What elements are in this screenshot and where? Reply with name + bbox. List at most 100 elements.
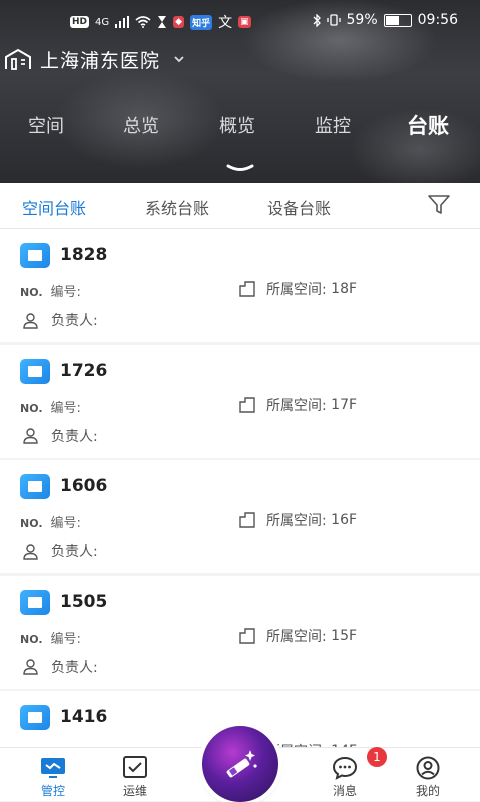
ledger-title: 1416 (60, 707, 108, 727)
ledger-card[interactable]: 1726 NO. 编号: 所属空间: 17F 负责人: (0, 344, 480, 458)
owner-label: 负责人: (51, 428, 98, 445)
bottom-nav: 管控 运维 消息 1 我的 (0, 726, 480, 802)
no-prefix: NO. (20, 401, 43, 415)
battery-percent: 59% (346, 12, 378, 28)
tab-overview[interactable]: 总览 (123, 112, 159, 138)
chevron-down-icon (174, 56, 184, 63)
message-count-badge: 1 (367, 747, 387, 767)
folder-icon (20, 474, 50, 499)
floor-icon (239, 627, 255, 644)
nav-profile[interactable]: 我的 (398, 756, 458, 799)
ledger-number: NO. 编号: (20, 281, 81, 300)
number-label: 编号: (50, 516, 81, 531)
ledger-space: 所属空间: 16F (238, 510, 357, 530)
ledger-owner: 负责人: (22, 541, 98, 561)
folder-icon (20, 243, 50, 268)
ledger-space: 所属空间: 17F (238, 395, 357, 415)
user-circle-icon (416, 756, 440, 780)
person-icon (23, 659, 38, 675)
magic-wand-icon (226, 750, 257, 778)
chat-icon (332, 756, 358, 780)
floor-icon (239, 281, 255, 297)
space-label: 所属空间: (266, 628, 327, 645)
space-label: 所属空间: (266, 513, 327, 529)
ledger-subtabs: 空间台账 系统台账 设备台账 (0, 183, 480, 229)
tab-summary[interactable]: 概览 (219, 112, 255, 138)
hourglass-icon (158, 16, 167, 28)
ledger-card[interactable]: 1606 NO. 编号: 所属空间: 16F 负责人: (0, 460, 480, 573)
checkbox-icon (123, 756, 147, 778)
tab-ledger[interactable]: 台账 (407, 110, 449, 140)
subtab-system-ledger[interactable]: 系统台账 (145, 195, 209, 219)
hd-indicator: HD (70, 16, 90, 28)
battery-icon (383, 13, 412, 27)
owner-label: 负责人: (51, 313, 98, 329)
collapse-handle-icon[interactable] (225, 163, 255, 173)
signal-icon (115, 16, 130, 28)
space-value: 15F (331, 627, 358, 644)
ledger-number: NO. 编号: (20, 628, 81, 647)
nav-profile-label: 我的 (415, 784, 440, 798)
building-icon (5, 48, 31, 70)
clock: 09:56 (417, 12, 458, 28)
number-label: 编号: (50, 400, 81, 416)
floor-icon (239, 396, 255, 413)
folder-icon (20, 589, 50, 615)
folder-icon (20, 358, 50, 384)
space-label: 所属空间: (266, 397, 327, 414)
person-icon (23, 428, 38, 444)
ledger-title: 1505 (60, 591, 108, 612)
tab-space[interactable]: 空间 (28, 112, 64, 138)
subtab-space-ledger[interactable]: 空间台账 (22, 195, 86, 219)
space-value: 18F (331, 281, 358, 297)
status-bar: HD 4G ◆ 知乎 文 ▣ 59% 09:56 (0, 0, 480, 42)
space-value: 17F (331, 396, 358, 413)
top-tabs: 空间 总览 概览 监控 台账 (0, 112, 480, 148)
ledger-number: NO. 编号: (20, 512, 81, 531)
quick-action-button[interactable] (202, 726, 278, 802)
nav-control[interactable]: 管控 (23, 756, 83, 799)
number-label: 编号: (50, 285, 81, 300)
owner-label: 负责人: (51, 659, 98, 676)
nav-maintenance-label: 运维 (122, 784, 147, 798)
hospital-name: 上海浦东医院 (40, 49, 161, 72)
nav-messages[interactable]: 消息 (315, 756, 375, 799)
person-icon (23, 543, 38, 560)
control-icon (41, 758, 65, 778)
ledger-title: 1828 (60, 245, 108, 265)
ledger-title: 1606 (60, 476, 108, 496)
nav-messages-label: 消息 (332, 784, 357, 798)
translate-icon: 文 (218, 15, 233, 31)
vibrate-icon (326, 14, 341, 26)
ledger-card[interactable]: 1828 NO. 编号: 所属空间: 18F 负责人: (0, 229, 480, 342)
header-background: HD 4G ◆ 知乎 文 ▣ 59% 09:56 上海浦东医院 空间 总览 概览… (0, 0, 480, 183)
no-prefix: NO. (20, 517, 43, 530)
ledger-title: 1726 (60, 360, 108, 381)
number-label: 编号: (50, 631, 81, 647)
ledger-card[interactable]: 1505 NO. 编号: 所属空间: 15F 负责人: (0, 575, 480, 689)
person-icon (23, 312, 38, 329)
space-label: 所属空间: (266, 282, 327, 298)
app-notification-icon: ◆ (173, 16, 185, 28)
ledger-owner: 负责人: (22, 657, 98, 677)
filter-icon[interactable] (428, 195, 450, 215)
subtab-device-ledger[interactable]: 设备台账 (267, 195, 331, 219)
floor-icon (239, 512, 255, 528)
tab-monitor[interactable]: 监控 (315, 112, 351, 138)
nav-control-label: 管控 (40, 784, 65, 798)
wifi-icon (135, 16, 151, 28)
owner-label: 负责人: (51, 544, 98, 560)
book-icon: ▣ (238, 16, 251, 28)
space-value: 16F (331, 512, 358, 528)
bluetooth-icon (313, 13, 321, 27)
ledger-number: NO. 编号: (20, 397, 81, 416)
network-indicator: 4G (95, 16, 110, 28)
ledger-space: 所属空间: 15F (238, 626, 357, 646)
ledger-list: 1828 NO. 编号: 所属空间: 18F 负责人: 1726 NO. 编号:… (0, 229, 480, 747)
zhihu-icon: 知乎 (190, 14, 213, 30)
nav-maintenance[interactable]: 运维 (105, 756, 165, 799)
hospital-selector[interactable]: 上海浦东医院 (0, 42, 186, 76)
ledger-space: 所属空间: 18F (238, 279, 357, 299)
ledger-owner: 负责人: (22, 426, 98, 446)
ledger-owner: 负责人: (22, 310, 98, 330)
